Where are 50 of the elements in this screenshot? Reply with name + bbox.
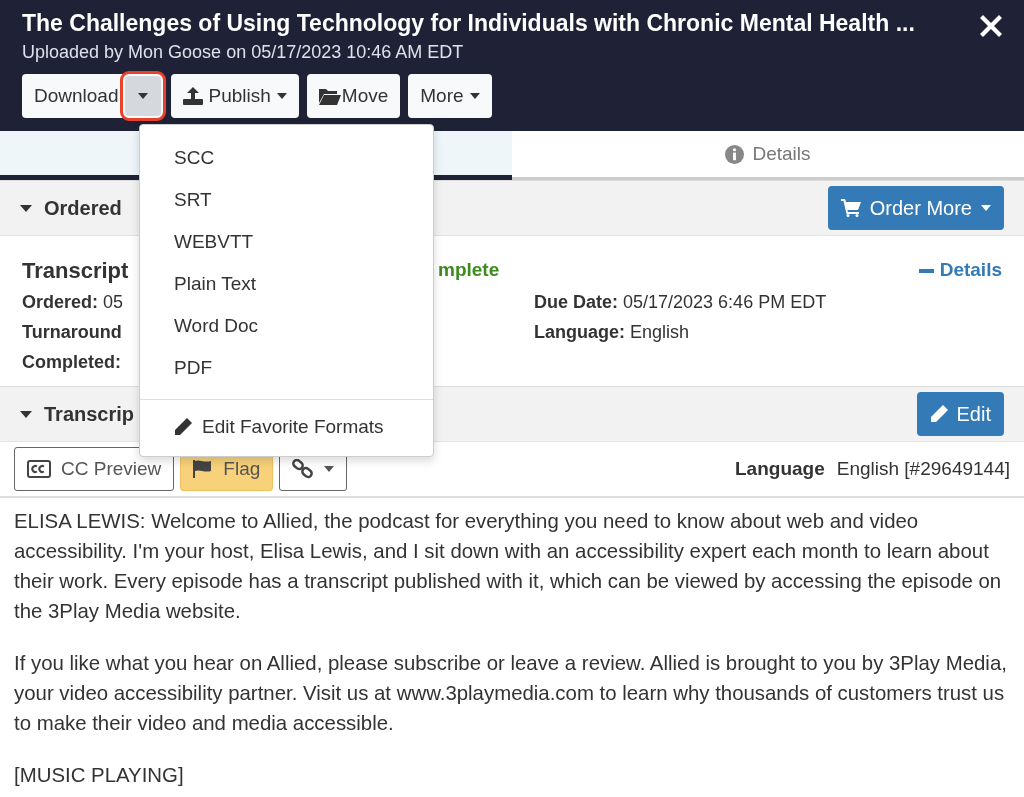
- details-link[interactable]: Details: [918, 256, 1002, 285]
- service-name: Transcript: [22, 258, 129, 283]
- menu-item[interactable]: Word Doc: [140, 305, 433, 347]
- menu-item[interactable]: WEBVTT: [140, 221, 433, 263]
- caret-icon: [276, 93, 287, 99]
- section-heading: Ordered: [44, 196, 122, 221]
- move-button[interactable]: Move: [306, 74, 401, 118]
- caret-down-icon[interactable]: [20, 202, 32, 214]
- transcript-paragraph: ELISA LEWIS: Welcome to Allied, the podcast for everything you need to know about web and video accessibility. I'm your host, Elisa Lewis, and I sit down with an accessibility expert each month to learn about their work. Every episode has a transcript published with it, which can be viewed by accessing the episode on the 3Play Media website.: [14, 509, 1003, 624]
- download-label: Download: [34, 83, 119, 108]
- info-icon: [725, 144, 745, 164]
- menu-item[interactable]: SCC: [140, 137, 433, 179]
- transcript-paragraph: [MUSIC PLAYING]: [14, 763, 185, 788]
- cc-preview-button[interactable]: CC Preview: [14, 447, 175, 491]
- detail-field: Completed:: [22, 347, 121, 377]
- download-button[interactable]: Download: [22, 74, 163, 118]
- cart-icon: [840, 199, 861, 217]
- upload-icon: [182, 87, 203, 105]
- menu-item[interactable]: SRT: [140, 179, 433, 221]
- link-icon: [292, 459, 315, 479]
- caret-icon: [469, 93, 480, 99]
- detail-field: Turnaround: [22, 317, 122, 347]
- caret-icon: [324, 466, 335, 472]
- menu-item[interactable]: Edit Favorite Formats: [140, 406, 433, 448]
- transcript-paragraph: If you like what you hear on Allied, please subscribe or leave a review. Allied is brought to you by 3Play Media, your video accessibility partner. Visit us at www.3playmedia.com to learn why thousands of customers trust us to make their video and media accessible.: [14, 651, 1008, 736]
- status-text: mplete: [438, 258, 500, 283]
- minus-icon: [918, 268, 934, 273]
- cc-icon: [27, 460, 51, 478]
- menu-item[interactable]: Plain Text: [140, 263, 433, 305]
- caret-icon: [137, 93, 148, 99]
- flag-icon: [193, 460, 214, 478]
- section-heading: Transcrip: [44, 402, 135, 427]
- caret-down-icon[interactable]: [20, 408, 32, 420]
- close-icon[interactable]: [980, 15, 1002, 37]
- detail-field: Due Date: 05/17/2023 6:46 PM EDT: [534, 287, 827, 317]
- language-value: English [#29649144]: [836, 456, 1010, 481]
- window-title: The Challenges of Using Technology for Individuals with Chronic Mental Health ...: [22, 10, 915, 37]
- language-label: Language: [735, 456, 825, 481]
- edit-button[interactable]: Edit: [916, 392, 1004, 436]
- pencil-icon: [929, 405, 948, 423]
- pencil-icon: [174, 418, 192, 436]
- folder-icon: [318, 87, 341, 105]
- more-button[interactable]: More: [408, 74, 492, 118]
- publish-button[interactable]: Publish: [170, 74, 299, 118]
- menu-item[interactable]: PDF: [140, 347, 433, 389]
- caret-icon: [981, 205, 991, 211]
- upload-info: Uploaded by Mon Goose on 05/17/2023 10:46 AM EDT: [22, 41, 465, 64]
- detail-field: Language: English: [534, 317, 690, 347]
- detail-field: Ordered: 05: [22, 287, 124, 317]
- order-more-button[interactable]: Order More: [827, 186, 1004, 230]
